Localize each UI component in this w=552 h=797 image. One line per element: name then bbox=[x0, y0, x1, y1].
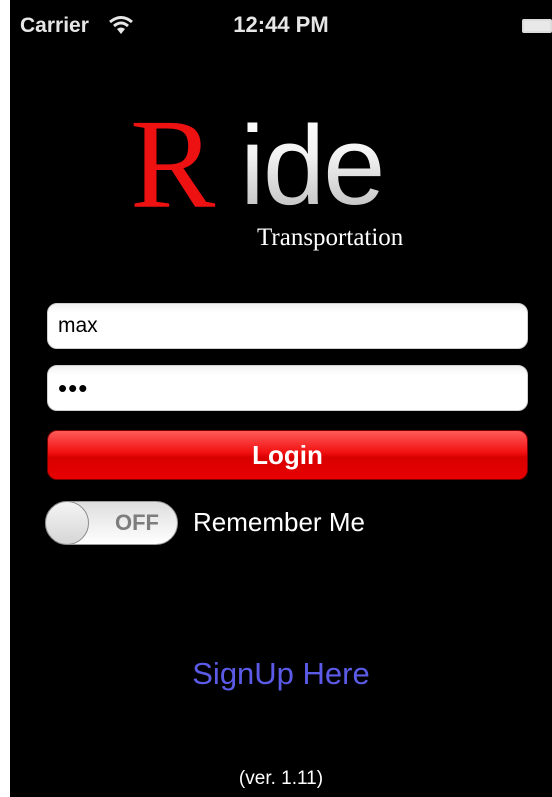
username-input[interactable] bbox=[47, 303, 528, 349]
logo-subtitle: Transportation bbox=[257, 224, 404, 251]
status-bar: Carrier 12:44 PM bbox=[10, 0, 552, 48]
login-button[interactable]: Login bbox=[47, 430, 528, 480]
toggle-knob bbox=[45, 501, 89, 545]
logo-letter-r: R bbox=[130, 93, 216, 235]
remember-me-toggle[interactable]: OFF bbox=[45, 501, 178, 545]
password-input[interactable] bbox=[47, 365, 528, 411]
battery-icon bbox=[522, 19, 552, 33]
signup-link[interactable]: SignUp Here bbox=[10, 656, 552, 692]
version-label: (ver. 1.11) bbox=[238, 768, 324, 789]
status-time: 12:44 PM bbox=[233, 12, 329, 37]
logo-letters-ide: ide bbox=[240, 103, 385, 228]
toggle-state-label: OFF bbox=[115, 510, 159, 535]
remember-me-label: Remember Me bbox=[193, 507, 365, 537]
app-screen: Carrier 12:44 PM R ide Transportation Lo… bbox=[10, 0, 552, 797]
app-logo: R ide Transportation bbox=[130, 100, 450, 260]
